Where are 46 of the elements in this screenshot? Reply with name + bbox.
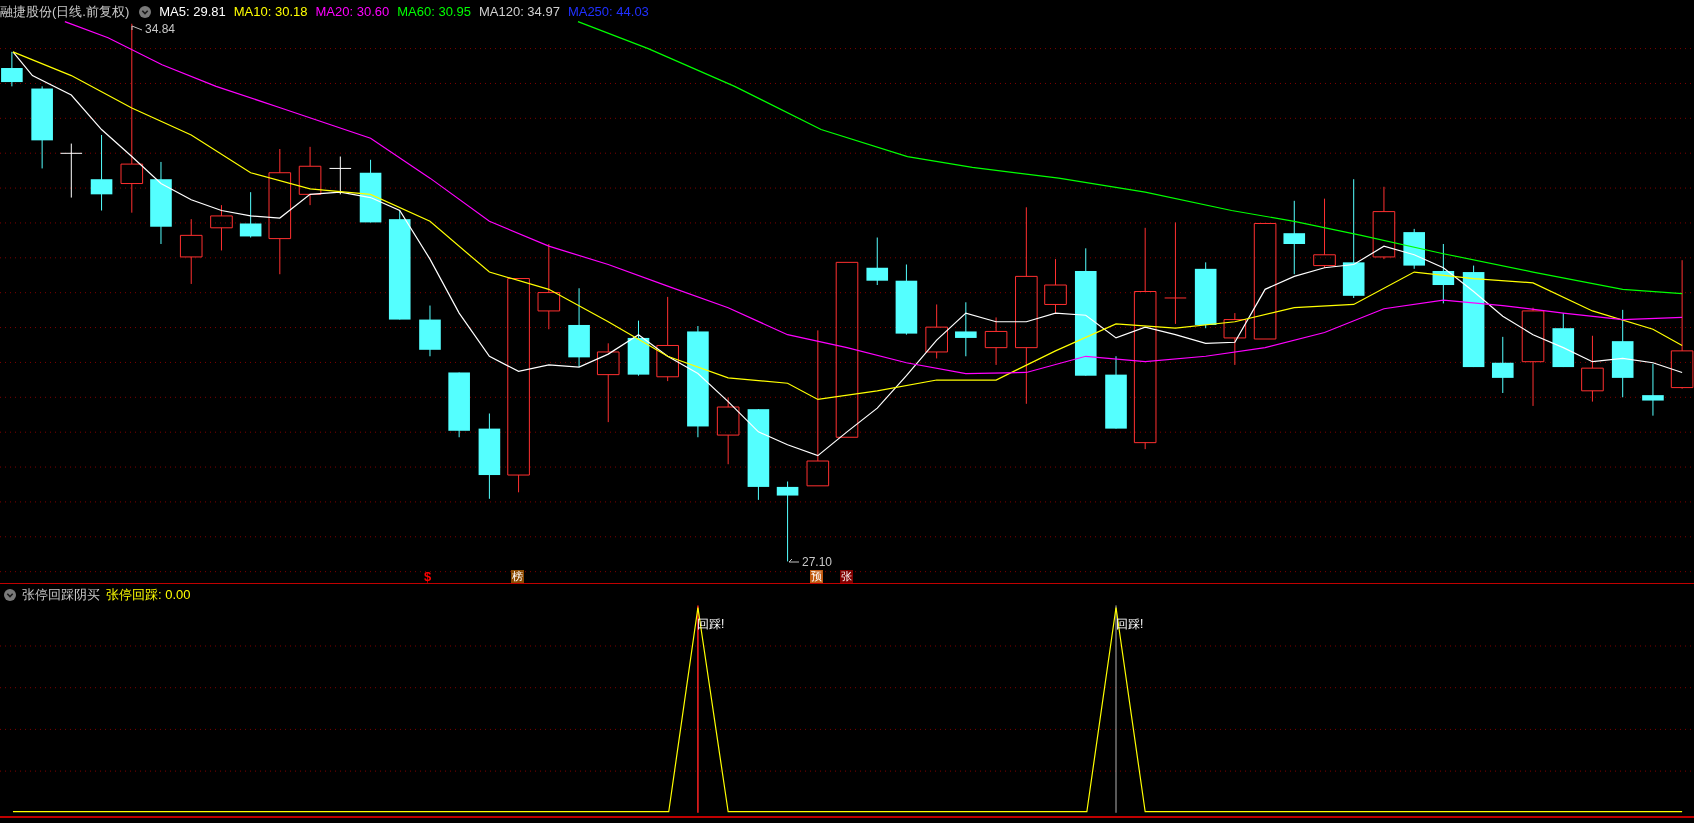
candlestick bbox=[1403, 228, 1425, 270]
low-price-label: 27.10 bbox=[802, 555, 833, 569]
candlestick bbox=[1491, 336, 1514, 394]
candlestick bbox=[1642, 363, 1664, 417]
indicator-name: 张停回踩阴买 bbox=[22, 587, 100, 603]
pointer-arrow-icon bbox=[788, 558, 800, 566]
collapse-icon[interactable] bbox=[139, 6, 152, 18]
candlestick bbox=[60, 143, 83, 199]
pointer-arrow-icon bbox=[131, 25, 143, 33]
candlestick bbox=[895, 264, 918, 336]
candlestick bbox=[627, 320, 650, 377]
moving-average-value: MA20: 30.60 bbox=[315, 4, 390, 20]
candlestick bbox=[1223, 312, 1247, 366]
moving-average-value: MA250: 44.03 bbox=[567, 4, 649, 20]
candlestick bbox=[1313, 198, 1336, 269]
indicator-value: 张停回踩: 0.00 bbox=[106, 587, 191, 603]
candlestick bbox=[1, 51, 23, 87]
candlestick bbox=[1044, 258, 1067, 314]
signal-badge: 预 bbox=[810, 570, 823, 583]
collapse-icon[interactable] bbox=[4, 589, 16, 601]
candlestick bbox=[1581, 335, 1604, 403]
high-price-label: 34.84 bbox=[145, 22, 176, 36]
moving-average-value: MA10: 30.18 bbox=[233, 4, 308, 20]
candlestick bbox=[984, 316, 1008, 366]
candlestick bbox=[448, 371, 470, 438]
candlestick bbox=[239, 191, 262, 238]
moving-average-value: MA60: 30.95 bbox=[397, 4, 471, 20]
signal-marker: $ bbox=[424, 570, 432, 584]
candlestick bbox=[359, 159, 382, 223]
candlestick bbox=[210, 204, 233, 251]
moving-average-value: MA120: 34.97 bbox=[478, 4, 560, 20]
candlestick bbox=[1432, 243, 1455, 304]
chart-title: 融捷股份(日线.前复权) bbox=[0, 4, 130, 20]
candlestick bbox=[1552, 312, 1575, 368]
signal-badge: 榜 bbox=[511, 570, 524, 583]
candlestick bbox=[298, 146, 322, 206]
moving-average-value: MA5: 29.81 bbox=[159, 4, 226, 20]
candlestick bbox=[329, 156, 352, 195]
candlestick bbox=[419, 305, 441, 357]
candlestick bbox=[716, 396, 740, 465]
candlestick bbox=[179, 218, 203, 285]
candlestick bbox=[1194, 261, 1217, 329]
signal-badge: 张 bbox=[840, 570, 853, 583]
candlestick bbox=[866, 237, 889, 286]
candlestick bbox=[955, 301, 977, 357]
candlestick bbox=[925, 303, 948, 359]
